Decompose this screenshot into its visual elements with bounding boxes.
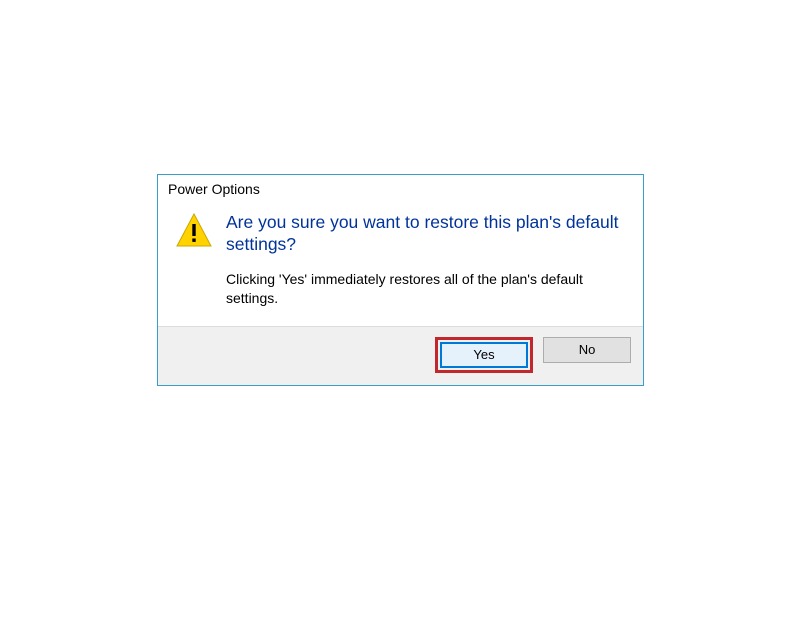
annotation-highlight: Yes bbox=[435, 337, 533, 373]
dialog-body: Are you sure you want to restore this pl… bbox=[158, 203, 643, 326]
confirmation-dialog: Power Options Are you sure you want to r… bbox=[157, 174, 644, 386]
yes-button[interactable]: Yes bbox=[440, 342, 528, 368]
dialog-title: Power Options bbox=[158, 175, 643, 203]
text-column: Are you sure you want to restore this pl… bbox=[226, 211, 629, 308]
warning-icon bbox=[176, 213, 212, 247]
no-button[interactable]: No bbox=[543, 337, 631, 363]
dialog-description: Clicking 'Yes' immediately restores all … bbox=[226, 270, 629, 308]
icon-column bbox=[176, 211, 226, 308]
button-row: Yes No bbox=[158, 326, 643, 385]
dialog-question: Are you sure you want to restore this pl… bbox=[226, 211, 629, 256]
